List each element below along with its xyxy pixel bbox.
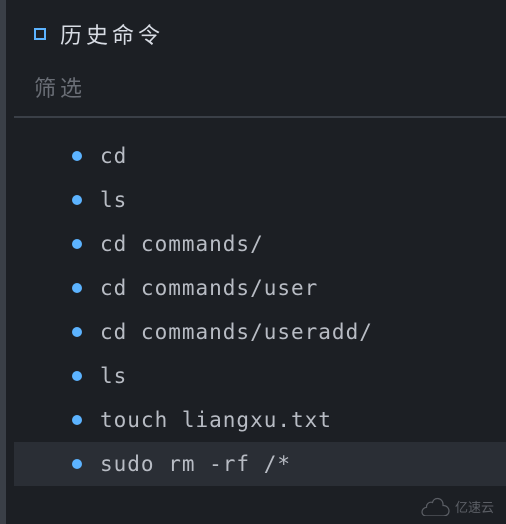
- command-text: cd commands/useradd/: [100, 320, 373, 344]
- bullet-icon: [72, 327, 82, 337]
- watermark-text: 亿速云: [455, 497, 494, 516]
- command-text: cd commands/user: [100, 276, 318, 300]
- history-panel: 历史命令 cd ls cd commands/cd commands/user cd …: [0, 0, 506, 486]
- bullet-icon: [72, 151, 82, 161]
- bullet-icon: [72, 371, 82, 381]
- panel-title: 历史命令: [60, 18, 164, 50]
- command-list: cd ls cd commands/cd commands/user cd comma…: [14, 118, 506, 486]
- command-text: sudo rm -rf /*: [100, 452, 291, 476]
- left-border: [0, 0, 6, 524]
- command-item[interactable]: touch liangxu.txt: [14, 398, 506, 442]
- command-text: ls: [100, 188, 127, 212]
- filter-section: [14, 68, 506, 118]
- command-item[interactable]: ls: [14, 178, 506, 222]
- watermark: 亿速云: [419, 496, 494, 516]
- command-text: cd commands/: [100, 232, 264, 256]
- command-item[interactable]: cd commands/user: [14, 266, 506, 310]
- command-text: ls: [100, 364, 127, 388]
- command-text: cd: [100, 144, 127, 168]
- command-item[interactable]: cd commands/useradd/: [14, 310, 506, 354]
- bullet-icon: [72, 459, 82, 469]
- command-text: touch liangxu.txt: [100, 408, 332, 432]
- command-item[interactable]: cd: [14, 134, 506, 178]
- command-item[interactable]: cd commands/: [14, 222, 506, 266]
- bullet-icon: [72, 283, 82, 293]
- command-item[interactable]: ls: [14, 354, 506, 398]
- bullet-icon: [72, 239, 82, 249]
- header-marker-icon: [34, 28, 46, 40]
- bullet-icon: [72, 415, 82, 425]
- command-item[interactable]: sudo rm -rf /*: [14, 442, 506, 486]
- filter-input[interactable]: [34, 76, 490, 102]
- cloud-icon: [419, 496, 451, 516]
- panel-header: 历史命令: [14, 0, 506, 68]
- bullet-icon: [72, 195, 82, 205]
